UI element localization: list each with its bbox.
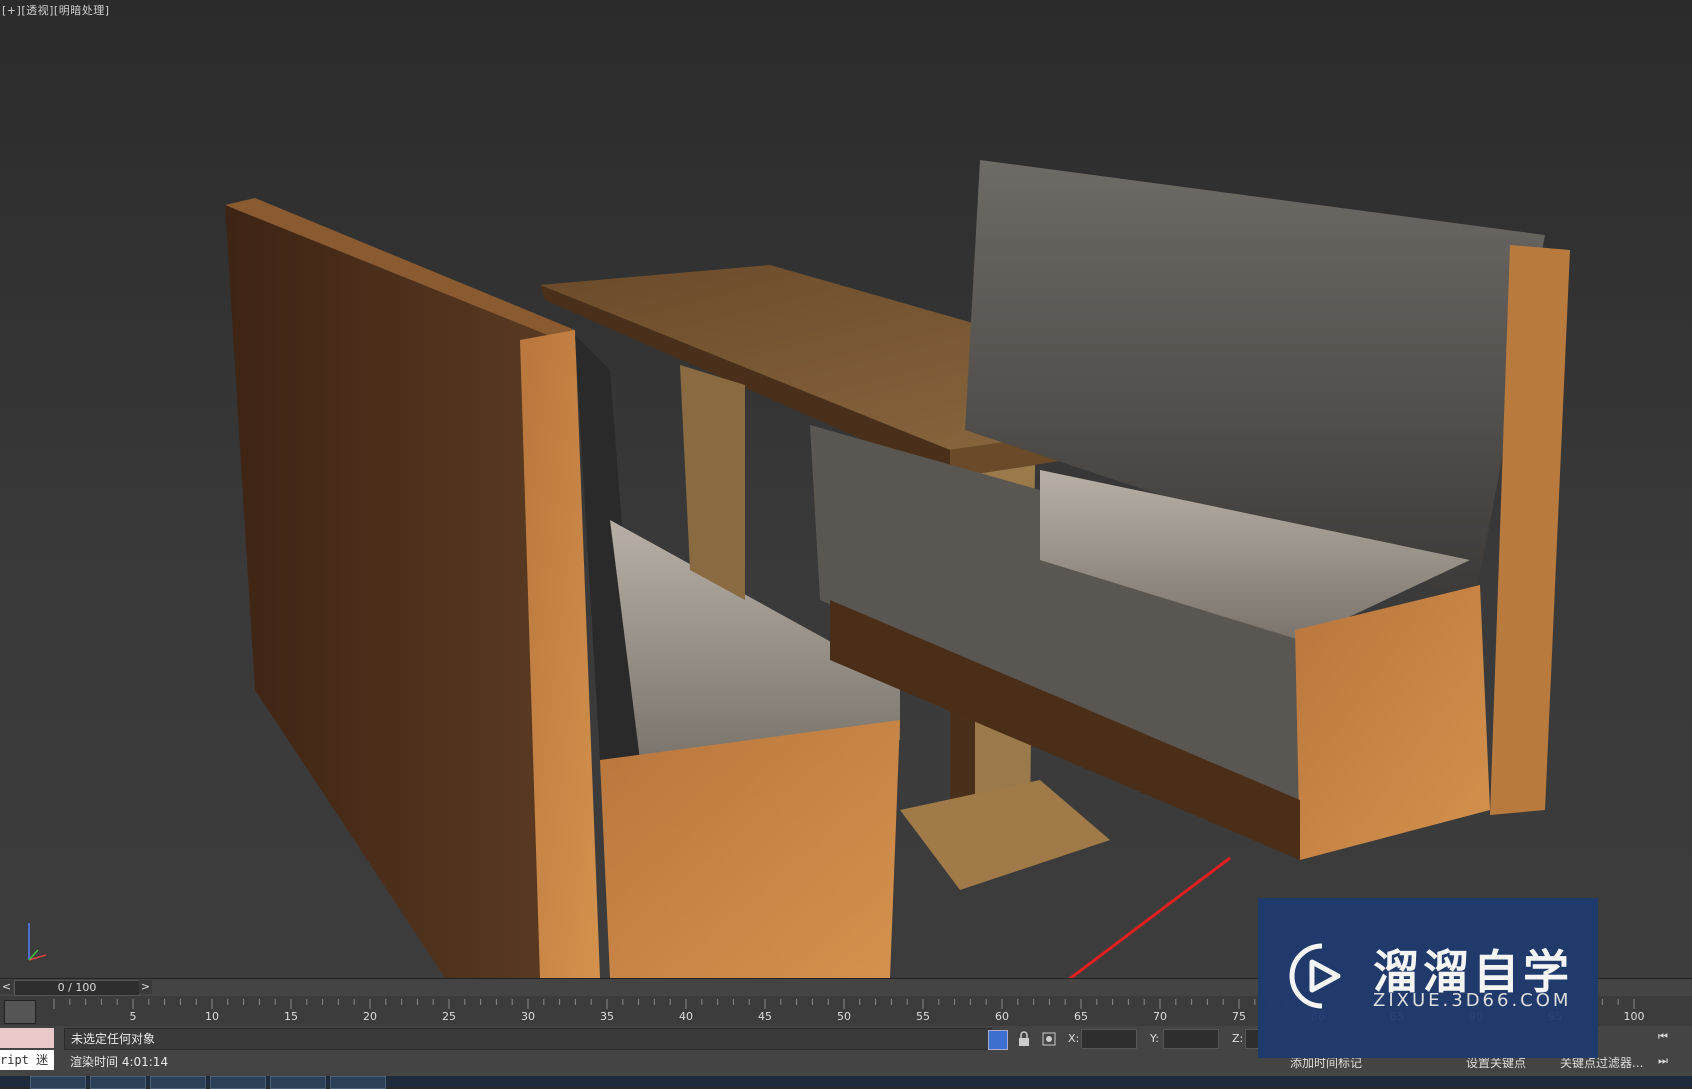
taskbar-3dsmax-button[interactable] bbox=[270, 1076, 326, 1089]
prompt-line: 未选定任何对象 bbox=[64, 1028, 992, 1050]
key-mode-icon[interactable]: ⏭ bbox=[1658, 1054, 1678, 1072]
perspective-viewport[interactable]: [+][透视][明暗处理] bbox=[0, 0, 1692, 978]
x-coord-field[interactable] bbox=[1081, 1029, 1137, 1049]
z-coord-field[interactable] bbox=[1245, 1029, 1259, 1049]
tick-label: 35 bbox=[600, 1010, 614, 1023]
viewport-view-menu[interactable]: [透视] bbox=[21, 4, 54, 17]
y-coord-label: Y: bbox=[1150, 1032, 1159, 1045]
taskbar-explorer-button[interactable] bbox=[30, 1076, 86, 1089]
right-booth bbox=[810, 160, 1570, 860]
taskbar-app-button[interactable] bbox=[150, 1076, 206, 1089]
time-next-button[interactable]: > bbox=[139, 980, 152, 994]
tick-label: 40 bbox=[679, 1010, 693, 1023]
track-view-icon[interactable] bbox=[4, 1000, 36, 1024]
time-prev-button[interactable]: < bbox=[0, 980, 13, 994]
tick-label: 50 bbox=[837, 1010, 851, 1023]
time-slider-thumb[interactable]: 0 / 100 bbox=[14, 980, 140, 996]
x-coord-label: X: bbox=[1068, 1032, 1080, 1045]
absolute-mode-icon[interactable] bbox=[1040, 1030, 1058, 1048]
tick-label: 30 bbox=[521, 1010, 535, 1023]
tick-label: 55 bbox=[916, 1010, 930, 1023]
tick-label: 100 bbox=[1623, 1010, 1645, 1023]
scene-render bbox=[225, 160, 1570, 978]
watermark-url: ZIXUE.3D66.COM bbox=[1373, 990, 1572, 1011]
taskbar-app3-button[interactable] bbox=[330, 1076, 386, 1089]
tick-label: 75 bbox=[1232, 1010, 1246, 1023]
tick-label: 15 bbox=[284, 1010, 298, 1023]
tick-label: 20 bbox=[363, 1010, 377, 1023]
viewport-menu-plus[interactable]: [+] bbox=[2, 4, 21, 17]
tick-label: 10 bbox=[205, 1010, 219, 1023]
z-coord-label: Z: bbox=[1232, 1032, 1244, 1045]
maxscript-listener[interactable] bbox=[0, 1028, 54, 1048]
tick-label: 25 bbox=[442, 1010, 456, 1023]
windows-taskbar bbox=[0, 1076, 1692, 1089]
render-time-line: 渲染时间 4:01:14 bbox=[70, 1055, 169, 1069]
tick-label: 5 bbox=[129, 1010, 137, 1023]
watermark: 溜溜自学 ZIXUE.3D66.COM bbox=[1258, 898, 1598, 1058]
tick-label: 45 bbox=[758, 1010, 772, 1023]
tick-label: 70 bbox=[1153, 1010, 1167, 1023]
tick-label: 60 bbox=[995, 1010, 1009, 1023]
annotation-arrow bbox=[1068, 856, 1231, 978]
axis-gizmo-icon bbox=[28, 923, 47, 961]
lock-icon[interactable] bbox=[1015, 1030, 1033, 1048]
viewport-shading-menu[interactable]: [明暗处理] bbox=[54, 4, 110, 17]
play-logo-icon bbox=[1289, 943, 1341, 1009]
y-coord-field[interactable] bbox=[1163, 1029, 1219, 1049]
tick-label: 65 bbox=[1074, 1010, 1088, 1023]
taskbar-browser-button[interactable] bbox=[90, 1076, 146, 1089]
maxscript-output[interactable]: ript 迷 bbox=[0, 1050, 54, 1070]
isolate-selection-icon[interactable] bbox=[988, 1030, 1008, 1050]
viewport-label: [+][透视][明暗处理] bbox=[2, 2, 110, 18]
taskbar-app2-button[interactable] bbox=[210, 1076, 266, 1089]
goto-start-icon[interactable]: ⏮ bbox=[1658, 1030, 1678, 1048]
